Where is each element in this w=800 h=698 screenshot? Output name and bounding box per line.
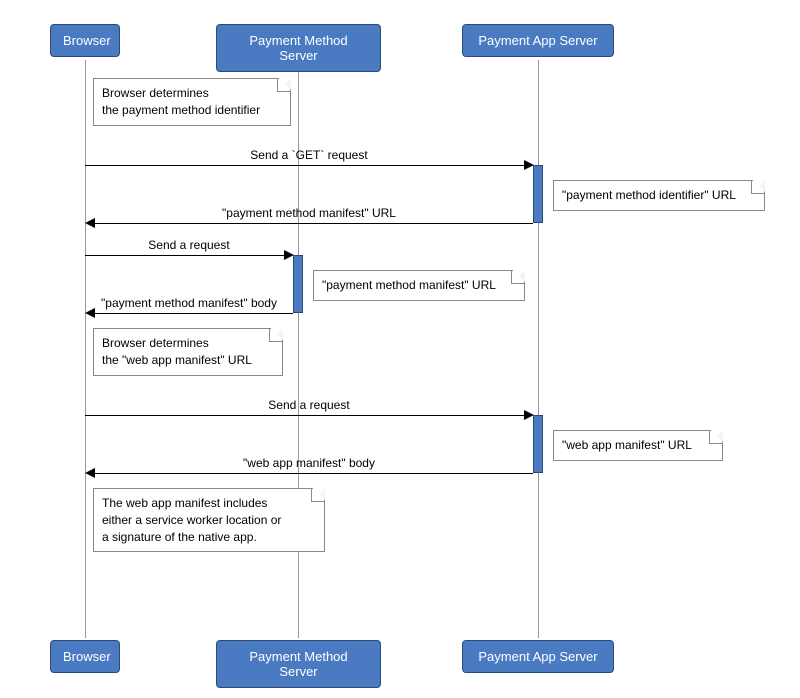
note-line: Browser determines [102, 336, 209, 350]
note-line: The web app manifest includes [102, 496, 267, 510]
arrowhead-icon [85, 308, 95, 318]
activation-pas-2 [533, 415, 543, 473]
note-determines-identifier: Browser determines the payment method id… [93, 78, 291, 126]
participant-label: Payment Method Server [249, 33, 347, 63]
msg-arrow [85, 255, 288, 256]
note-line: Browser determines [102, 86, 209, 100]
participant-label: Payment App Server [478, 33, 597, 48]
participant-pms-top: Payment Method Server [216, 24, 381, 72]
msg-arrow [85, 165, 528, 166]
msg-arrow [95, 313, 293, 314]
msg-label-send-request-pms: Send a request [85, 238, 293, 252]
note-line: the payment method identifier [102, 103, 260, 117]
participant-pms-bottom: Payment Method Server [216, 640, 381, 688]
note-webapp-includes: The web app manifest includes either a s… [93, 488, 325, 552]
note-line: "payment method identifier" URL [562, 188, 736, 202]
msg-label-send-request-pas: Send a request [85, 398, 533, 412]
msg-arrow [95, 223, 533, 224]
note-line: the "web app manifest" URL [102, 353, 252, 367]
activation-pms [293, 255, 303, 313]
note-line: a signature of the native app. [102, 530, 257, 544]
msg-label-manifest-url: "payment method manifest" URL [85, 206, 533, 220]
msg-arrow [95, 473, 533, 474]
note-line: either a service worker location or [102, 513, 281, 527]
lifeline-pas [538, 60, 539, 638]
note-manifest-url: "payment method manifest" URL [313, 270, 525, 301]
participant-pas-bottom: Payment App Server [462, 640, 614, 673]
participant-browser-bottom: Browser [50, 640, 120, 673]
arrowhead-icon [85, 218, 95, 228]
note-determines-webapp-url: Browser determines the "web app manifest… [93, 328, 283, 376]
participant-label: Payment App Server [478, 649, 597, 664]
note-webapp-url: "web app manifest" URL [553, 430, 723, 461]
activation-pas-1 [533, 165, 543, 223]
participant-browser-top: Browser [50, 24, 120, 57]
msg-label-webapp-body: "web app manifest" body [85, 456, 533, 470]
arrowhead-icon [85, 468, 95, 478]
msg-arrow [85, 415, 528, 416]
note-identifier-url: "payment method identifier" URL [553, 180, 765, 211]
participant-label: Browser [63, 33, 111, 48]
note-line: "payment method manifest" URL [322, 278, 496, 292]
lifeline-browser [85, 60, 86, 638]
note-line: "web app manifest" URL [562, 438, 692, 452]
msg-label-manifest-body: "payment method manifest" body [85, 296, 293, 310]
participant-label: Browser [63, 649, 111, 664]
participant-label: Payment Method Server [249, 649, 347, 679]
msg-label-get-request: Send a `GET` request [85, 148, 533, 162]
participant-pas-top: Payment App Server [462, 24, 614, 57]
